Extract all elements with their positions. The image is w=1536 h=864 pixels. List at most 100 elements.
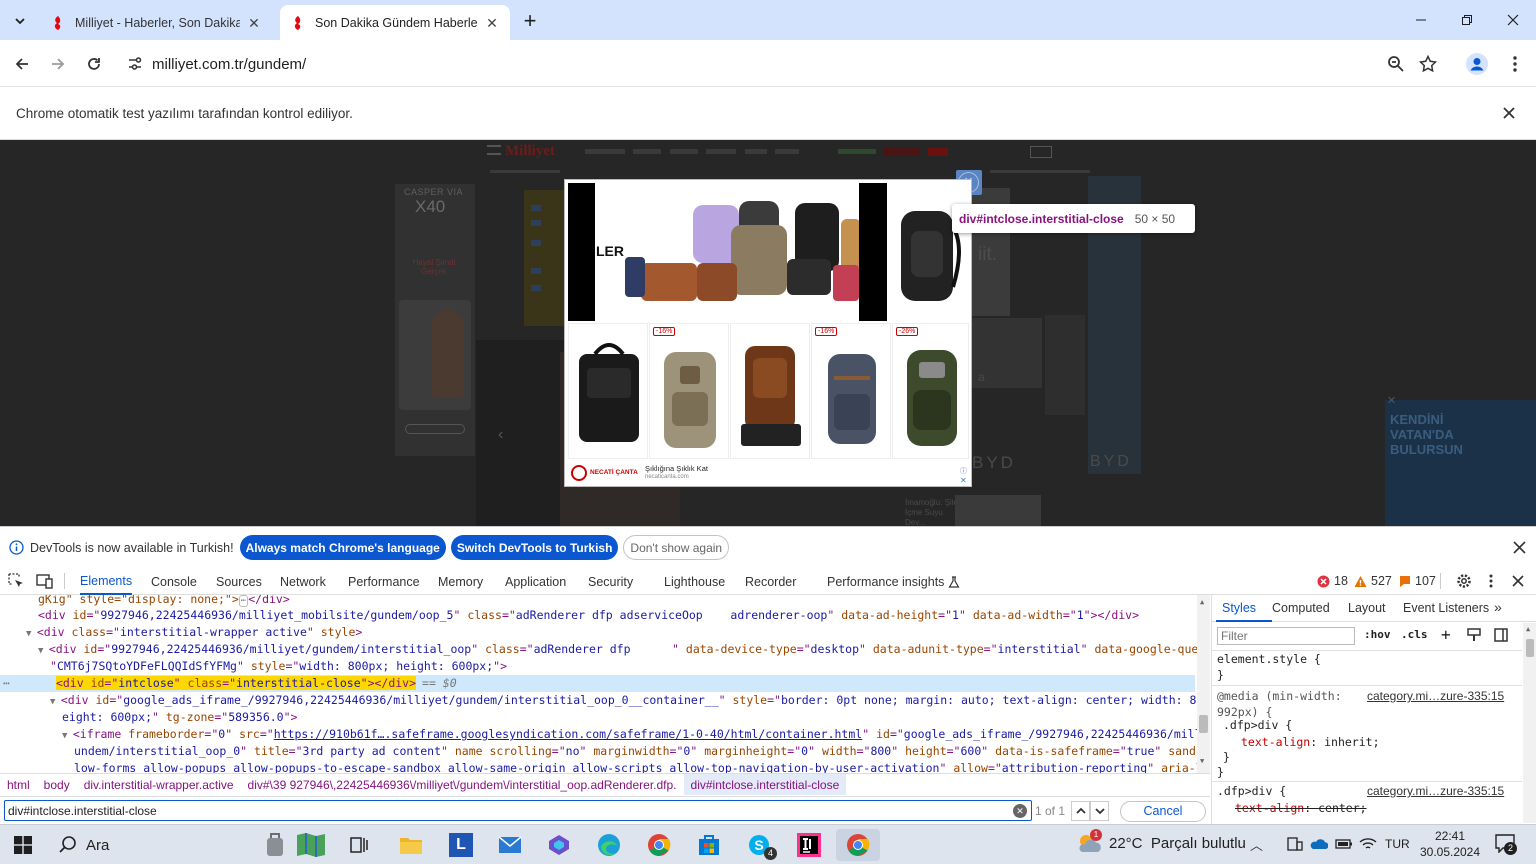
forward-button[interactable] bbox=[43, 49, 73, 79]
task-view-button[interactable] bbox=[340, 829, 378, 861]
start-button[interactable] bbox=[3, 829, 43, 861]
menu-button[interactable] bbox=[1500, 49, 1530, 79]
new-rule-icon[interactable]: + bbox=[1441, 625, 1451, 644]
wifi-icon[interactable] bbox=[1359, 837, 1377, 851]
dom-line[interactable]: undem/interstitial_oop_0" title="3rd par… bbox=[74, 743, 1210, 760]
taskbar-search[interactable]: Ara bbox=[48, 829, 248, 861]
close-tab-icon[interactable]: ✕ bbox=[246, 15, 262, 31]
paint-icon[interactable] bbox=[1467, 628, 1481, 642]
product-tile[interactable]: -26% bbox=[892, 323, 969, 459]
address-bar[interactable]: milliyet.com.tr/gundem/ bbox=[118, 46, 1454, 82]
warning-counter[interactable]: 527 bbox=[1354, 574, 1392, 588]
taskbar-l-app[interactable]: L bbox=[442, 829, 480, 861]
hov-toggle[interactable]: :hov bbox=[1364, 628, 1391, 641]
infobar-close-button[interactable] bbox=[1501, 105, 1517, 121]
devtools-menu-button[interactable] bbox=[1488, 573, 1494, 589]
match-language-button[interactable]: Always match Chrome's language bbox=[239, 535, 446, 560]
style-declaration-overridden[interactable]: text-align: center; bbox=[1235, 800, 1367, 816]
taskbar-chrome-2-active[interactable] bbox=[836, 829, 880, 861]
zoom-button[interactable] bbox=[1381, 49, 1411, 79]
taskbar-copilot[interactable] bbox=[540, 829, 578, 861]
weather-widget[interactable]: 1 22°C Parçalı bulutlu bbox=[1076, 829, 1246, 854]
styles-scrollbar[interactable]: ▲ bbox=[1523, 623, 1536, 823]
new-tab-button[interactable]: + bbox=[516, 7, 544, 35]
dom-line[interactable]: eight: 600px;" tg-zone="589356.0"> bbox=[62, 709, 1210, 726]
style-selector[interactable]: .dfp>div { bbox=[1223, 717, 1292, 733]
cls-toggle[interactable]: .cls bbox=[1401, 628, 1428, 641]
tab-lighthouse[interactable]: Lighthouse bbox=[664, 568, 725, 595]
tab-console[interactable]: Console bbox=[151, 568, 197, 595]
tab-performance[interactable]: Performance bbox=[348, 568, 420, 595]
dom-line[interactable]: ▼ <div id="google_ads_iframe_/9927946,22… bbox=[50, 692, 1210, 709]
slider-prev-icon[interactable]: ‹ bbox=[498, 426, 503, 444]
breadcrumb-body[interactable]: body bbox=[37, 774, 77, 795]
notification-center[interactable]: 2 bbox=[1494, 833, 1520, 857]
bags-banner[interactable]: LER bbox=[595, 183, 859, 321]
tab-network[interactable]: Network bbox=[280, 568, 326, 595]
dom-line[interactable]: ▼ <div class="interstitial-wrapper activ… bbox=[26, 624, 1210, 641]
tab-search-button[interactable] bbox=[6, 7, 34, 35]
elements-tree[interactable]: gKig" style="display: none;"> ⋯ </div> <di… bbox=[0, 595, 1210, 773]
error-counter[interactable]: 18 bbox=[1317, 574, 1348, 588]
taskbar-edge[interactable] bbox=[590, 829, 628, 861]
breadcrumb-html[interactable]: html bbox=[0, 774, 37, 795]
toggle-sidebar-icon[interactable] bbox=[1494, 628, 1508, 642]
ad-close-icon[interactable]: ✕ bbox=[960, 476, 967, 485]
language-bar-close-button[interactable] bbox=[1512, 540, 1527, 555]
dom-line[interactable]: <div id="9927946,22425446936/milliyet_mo… bbox=[38, 607, 1210, 624]
minimize-button[interactable] bbox=[1398, 0, 1444, 40]
style-source-link[interactable]: category.mi…zure-335:15 bbox=[1367, 783, 1504, 799]
dom-line[interactable]: ▼ <div id="9927946,22425446936/milliyet/… bbox=[38, 641, 1210, 658]
tab-recorder[interactable]: Recorder bbox=[745, 568, 796, 595]
close-window-button[interactable] bbox=[1490, 0, 1536, 40]
inspect-element-button[interactable] bbox=[8, 573, 24, 589]
style-rule-element[interactable]: element.style { bbox=[1217, 651, 1321, 667]
search-cancel-button[interactable]: Cancel bbox=[1120, 801, 1206, 822]
collapsed-content-icon[interactable]: ⋯ bbox=[238, 595, 249, 607]
taskbar-skype[interactable]: S4 bbox=[740, 829, 778, 861]
issues-counter[interactable]: 107 bbox=[1399, 574, 1436, 588]
reload-button[interactable] bbox=[79, 49, 109, 79]
tab-milliyet-home[interactable]: Milliyet - Haberler, Son Dakika Haberler… bbox=[40, 5, 272, 40]
back-button[interactable] bbox=[7, 49, 37, 79]
taskbar-suitcase-app[interactable] bbox=[256, 829, 294, 861]
breadcrumb-adrenderer[interactable]: div#\39 927946\,22425446936\/milliyet\/g… bbox=[241, 774, 684, 795]
tab-sources[interactable]: Sources bbox=[216, 568, 262, 595]
restore-button[interactable] bbox=[1444, 0, 1490, 40]
clock[interactable]: 22:41 30.05.2024 bbox=[1418, 828, 1482, 860]
tab-gundem[interactable]: Son Dakika Gündem Haberleri ✕ bbox=[280, 5, 510, 40]
tab-event-listeners[interactable]: Event Listeners bbox=[1403, 601, 1489, 615]
tab-memory[interactable]: Memory bbox=[438, 568, 483, 595]
styles-filter-input[interactable] bbox=[1217, 627, 1355, 645]
product-tile[interactable] bbox=[730, 323, 810, 459]
bookmark-button[interactable] bbox=[1413, 49, 1443, 79]
style-selector[interactable]: .dfp>div { bbox=[1217, 783, 1286, 799]
tab-layout[interactable]: Layout bbox=[1348, 601, 1386, 615]
tray-chevron-icon[interactable]: ︿ bbox=[1250, 835, 1263, 854]
clear-search-icon[interactable]: ✕ bbox=[1013, 804, 1027, 818]
search-next-button[interactable] bbox=[1090, 801, 1109, 821]
site-info-icon[interactable] bbox=[126, 55, 144, 73]
devtools-settings-button[interactable] bbox=[1456, 573, 1472, 589]
language-indicator[interactable]: TUR bbox=[1385, 837, 1410, 851]
adchoices-icon[interactable]: ⓘ bbox=[960, 466, 968, 475]
tab-styles[interactable]: Styles bbox=[1222, 601, 1256, 615]
dom-line-selected[interactable]: ⋯ <div id="intclose" class="interstitial-… bbox=[0, 675, 1195, 692]
taskbar-intellij[interactable] bbox=[790, 829, 828, 861]
tab-application[interactable]: Application bbox=[505, 568, 566, 595]
dom-line[interactable]: ▼ <iframe frameborder="0" src="https://9… bbox=[62, 726, 1210, 743]
taskbar-explorer[interactable] bbox=[392, 829, 430, 861]
hamburger-icon[interactable] bbox=[487, 145, 501, 155]
milliyet-logo[interactable]: Milliyet bbox=[505, 143, 555, 160]
battery-icon[interactable] bbox=[1335, 838, 1353, 850]
style-source-link[interactable]: category.mi…zure-335:15 bbox=[1367, 688, 1504, 704]
search-prev-button[interactable] bbox=[1071, 801, 1090, 821]
dom-line[interactable]: "CMT6j7SQtoYDFeFLQQIdSfYFMg" style="widt… bbox=[50, 658, 1210, 675]
tab-security[interactable]: Security bbox=[588, 568, 633, 595]
close-tab-icon[interactable]: ✕ bbox=[484, 15, 500, 31]
style-declaration[interactable]: text-align: inherit; bbox=[1241, 734, 1380, 750]
casper-side-ad[interactable]: CASPER VIA X40 Hayal Şimdi Gerçek bbox=[395, 184, 475, 456]
breadcrumb-wrapper[interactable]: div.interstitial-wrapper.active bbox=[77, 774, 241, 795]
iframe-src-link[interactable]: https://910b61f….safeframe.googlesyndica… bbox=[274, 727, 863, 741]
switch-turkish-button[interactable]: Switch DevTools to Turkish bbox=[450, 535, 619, 560]
